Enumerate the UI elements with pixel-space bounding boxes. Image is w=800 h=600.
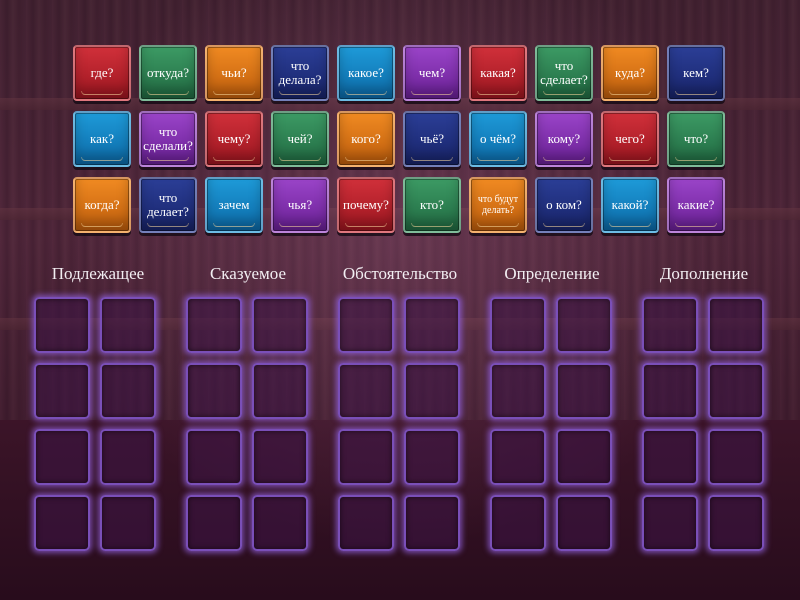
answer-tile[interactable]: кем? xyxy=(667,45,725,101)
drop-slot-adverbial[interactable] xyxy=(338,495,394,551)
drop-slot-predicate[interactable] xyxy=(252,495,308,551)
answer-tile[interactable]: кто? xyxy=(403,177,461,233)
category-title-adverbial: Обстоятельство xyxy=(342,264,458,283)
drop-slot-attribute[interactable] xyxy=(490,363,546,419)
drop-slot-predicate[interactable] xyxy=(186,363,242,419)
answer-tile[interactable]: откуда? xyxy=(139,45,197,101)
drop-slot-predicate[interactable] xyxy=(252,363,308,419)
answer-tile[interactable]: когда? xyxy=(73,177,131,233)
answer-tile[interactable]: чьи? xyxy=(205,45,263,101)
drop-slot-predicate[interactable] xyxy=(186,429,242,485)
drop-slot-subject[interactable] xyxy=(100,297,156,353)
drop-slot-adverbial[interactable] xyxy=(338,429,394,485)
drop-slot-predicate[interactable] xyxy=(186,297,242,353)
drop-slot-object[interactable] xyxy=(708,495,764,551)
drop-slot-object[interactable] xyxy=(642,429,698,485)
answer-tile[interactable]: что делает? xyxy=(139,177,197,233)
drop-slot-attribute[interactable] xyxy=(490,297,546,353)
drop-slot-predicate[interactable] xyxy=(252,429,308,485)
answer-tile[interactable]: какое? xyxy=(337,45,395,101)
drop-slot-attribute[interactable] xyxy=(490,495,546,551)
drop-slot-object[interactable] xyxy=(708,297,764,353)
drop-slot-object[interactable] xyxy=(642,363,698,419)
drop-slot-attribute[interactable] xyxy=(556,297,612,353)
drop-slot-adverbial[interactable] xyxy=(338,363,394,419)
answer-tile[interactable]: чья? xyxy=(271,177,329,233)
answer-tile[interactable]: что сделает? xyxy=(535,45,593,101)
drop-slot-object[interactable] xyxy=(708,363,764,419)
answer-tile[interactable]: чей? xyxy=(271,111,329,167)
answer-tile[interactable]: чьё? xyxy=(403,111,461,167)
drop-slot-object[interactable] xyxy=(642,297,698,353)
answer-tile[interactable]: что делала? xyxy=(271,45,329,101)
answer-tile[interactable]: какой? xyxy=(601,177,659,233)
answer-tile[interactable]: какие? xyxy=(667,177,725,233)
drop-slot-adverbial[interactable] xyxy=(404,495,460,551)
answer-tile[interactable]: чего? xyxy=(601,111,659,167)
answer-tile[interactable]: почему? xyxy=(337,177,395,233)
answer-tile[interactable]: какая? xyxy=(469,45,527,101)
drop-slot-subject[interactable] xyxy=(100,363,156,419)
answer-tile[interactable]: куда? xyxy=(601,45,659,101)
answer-tile[interactable]: о чём? xyxy=(469,111,527,167)
answer-tile[interactable]: чему? xyxy=(205,111,263,167)
drop-slot-subject[interactable] xyxy=(100,495,156,551)
drop-slot-subject[interactable] xyxy=(34,363,90,419)
answer-tile[interactable]: чем? xyxy=(403,45,461,101)
category-title-predicate: Сказуемое xyxy=(209,264,287,283)
drop-slot-attribute[interactable] xyxy=(556,363,612,419)
drop-slot-attribute[interactable] xyxy=(556,429,612,485)
answer-tile[interactable]: о ком? xyxy=(535,177,593,233)
drop-slot-adverbial[interactable] xyxy=(338,297,394,353)
answer-tile[interactable]: кому? xyxy=(535,111,593,167)
drop-slot-object[interactable] xyxy=(642,495,698,551)
answer-tile[interactable]: кого? xyxy=(337,111,395,167)
answer-tile[interactable]: что? xyxy=(667,111,725,167)
drop-slot-predicate[interactable] xyxy=(252,297,308,353)
answer-tile[interactable]: зачем xyxy=(205,177,263,233)
drop-slot-adverbial[interactable] xyxy=(404,363,460,419)
drop-slot-subject[interactable] xyxy=(34,495,90,551)
drop-slot-object[interactable] xyxy=(708,429,764,485)
category-title-object: Дополнение xyxy=(659,264,749,283)
answer-tile[interactable]: что будут делать? xyxy=(469,177,527,233)
answer-tile[interactable]: где? xyxy=(73,45,131,101)
category-title-subject: Подлежащее xyxy=(51,264,145,283)
drop-slot-subject[interactable] xyxy=(34,297,90,353)
category-title-attribute: Определение xyxy=(504,264,600,283)
drop-slot-attribute[interactable] xyxy=(490,429,546,485)
drop-slot-adverbial[interactable] xyxy=(404,297,460,353)
drop-slot-predicate[interactable] xyxy=(186,495,242,551)
drop-slot-attribute[interactable] xyxy=(556,495,612,551)
drop-slot-subject[interactable] xyxy=(100,429,156,485)
answer-tile[interactable]: что сделали? xyxy=(139,111,197,167)
drop-slot-subject[interactable] xyxy=(34,429,90,485)
answer-tile[interactable]: как? xyxy=(73,111,131,167)
drop-slot-adverbial[interactable] xyxy=(404,429,460,485)
